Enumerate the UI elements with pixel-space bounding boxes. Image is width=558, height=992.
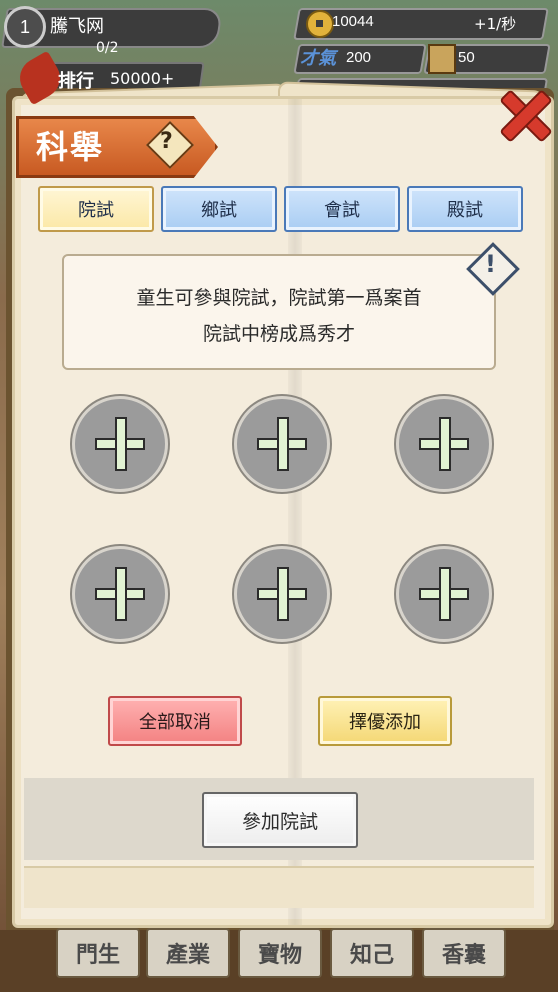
book-resource-value: 50 [458,49,475,66]
tab-dianshi[interactable]: 殿試 [407,186,523,232]
player-level-badge: 1 [4,6,46,48]
coin-rate: +1/秒 [474,15,517,33]
candidate-slot-3[interactable] [396,396,492,492]
close-icon[interactable] [492,84,554,144]
description-line-1: 童生可參與院試，院試第一爲案首 [136,287,422,309]
join-exam-button[interactable]: 參加院試 [202,792,358,848]
panel-title: 科舉 [36,128,105,166]
player-exp: 0/2 [96,40,119,56]
talent-icon: 才氣 [300,48,336,69]
candidate-slot-2[interactable] [234,396,330,492]
alert-icon-glyph[interactable]: ! [485,250,496,278]
candidate-slot-1[interactable] [72,396,168,492]
coin-icon [306,10,334,38]
nav-confidant[interactable]: 知己 [330,928,414,978]
tab-yuanshi[interactable]: 院試 [38,186,154,232]
tab-xiangshi[interactable]: 鄉試 [161,186,277,232]
cancel-all-button[interactable]: 全部取消 [108,696,242,746]
nav-treasure[interactable]: 寶物 [238,928,322,978]
plus-icon [399,549,489,639]
rank-label: 排行 [58,71,94,92]
nav-sachet[interactable]: 香囊 [422,928,506,978]
candidate-slot-4[interactable] [72,546,168,642]
book-icon [428,44,456,74]
plus-icon [237,399,327,489]
help-icon-glyph[interactable]: ? [160,129,173,154]
nav-industry[interactable]: 產業 [146,928,230,978]
candidate-slot-5[interactable] [234,546,330,642]
plus-icon [399,399,489,489]
exam-description-box [62,254,496,370]
auto-add-button[interactable]: 擇優添加 [318,696,452,746]
description-line-2: 院試中榜成爲秀才 [202,323,355,345]
nav-disciples[interactable]: 門生 [56,928,140,978]
player-name: 騰飞网 [50,16,104,37]
plus-icon [237,549,327,639]
rank-value: 50000+ [110,69,175,88]
plus-icon [75,399,165,489]
plus-icon [75,549,165,639]
book-bottom-edge [24,866,534,908]
talent-value: 200 [346,49,372,66]
tab-huishi[interactable]: 會試 [284,186,400,232]
coins-value: 10044 [332,13,374,30]
candidate-slot-6[interactable] [396,546,492,642]
